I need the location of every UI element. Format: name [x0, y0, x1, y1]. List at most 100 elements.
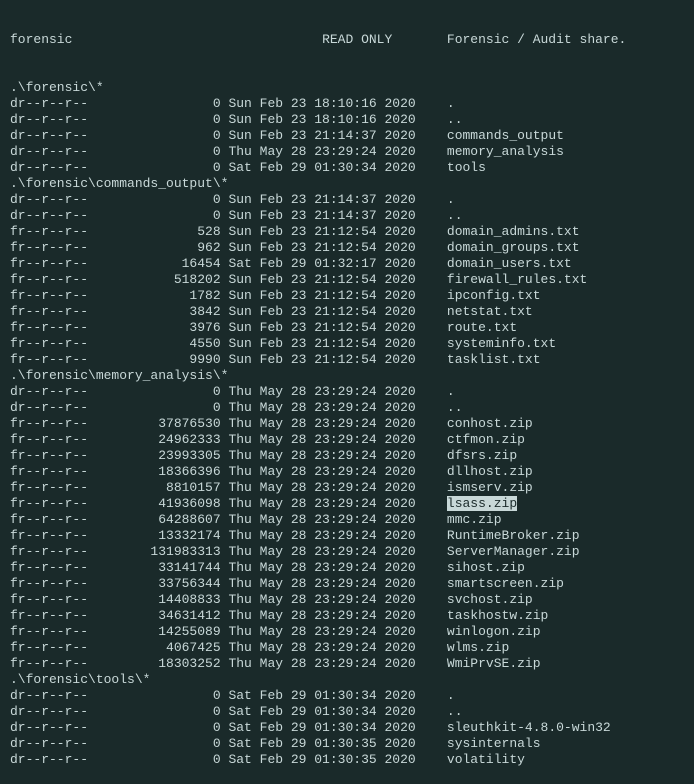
gap — [416, 496, 447, 511]
gap — [416, 224, 447, 239]
gap — [416, 240, 447, 255]
terminal-output: forensic READ ONLY Forensic / Audit shar… — [0, 0, 694, 784]
size: 0 — [88, 192, 221, 207]
listing-row: dr--r--r-- 0 Thu May 28 23:29:24 2020 . — [10, 384, 684, 400]
date: Thu May 28 23:29:24 2020 — [221, 432, 416, 447]
file-name: . — [447, 192, 455, 207]
file-name: ServerManager.zip — [447, 544, 580, 559]
perms: dr--r--r-- — [10, 400, 88, 415]
gap — [416, 608, 447, 623]
date: Thu May 28 23:29:24 2020 — [221, 576, 416, 591]
file-name: sleuthkit-4.8.0-win32 — [447, 720, 611, 735]
date: Sun Feb 23 18:10:16 2020 — [221, 96, 416, 111]
listing-row: dr--r--r-- 0 Thu May 28 23:29:24 2020 me… — [10, 144, 684, 160]
perms: fr--r--r-- — [10, 416, 88, 431]
date: Thu May 28 23:29:24 2020 — [221, 624, 416, 639]
file-name: domain_users.txt — [447, 256, 572, 271]
file-name: .. — [447, 208, 463, 223]
date: Sun Feb 23 21:12:54 2020 — [221, 224, 416, 239]
size: 41936098 — [88, 496, 221, 511]
file-name: .. — [447, 400, 463, 415]
gap — [416, 688, 447, 703]
file-name: wlms.zip — [447, 640, 509, 655]
dir-path: .\forensic\* — [10, 80, 684, 96]
file-name: . — [447, 688, 455, 703]
size: 16454 — [88, 256, 221, 271]
perms: fr--r--r-- — [10, 240, 88, 255]
perms: fr--r--r-- — [10, 304, 88, 319]
perms: dr--r--r-- — [10, 160, 88, 175]
date: Sun Feb 23 21:14:37 2020 — [221, 208, 416, 223]
perms: fr--r--r-- — [10, 528, 88, 543]
gap — [416, 624, 447, 639]
gap — [416, 384, 447, 399]
listing-row: dr--r--r-- 0 Sat Feb 29 01:30:34 2020 . — [10, 688, 684, 704]
date: Sun Feb 23 21:14:37 2020 — [221, 192, 416, 207]
size: 0 — [88, 112, 221, 127]
date: Sat Feb 29 01:30:35 2020 — [221, 752, 416, 767]
perms: fr--r--r-- — [10, 560, 88, 575]
listing-row: dr--r--r-- 0 Sat Feb 29 01:30:34 2020 sl… — [10, 720, 684, 736]
perms: fr--r--r-- — [10, 432, 88, 447]
file-name: .. — [447, 112, 463, 127]
size: 33756344 — [88, 576, 221, 591]
gap — [416, 256, 447, 271]
perms: fr--r--r-- — [10, 256, 88, 271]
date: Thu May 28 23:29:24 2020 — [221, 384, 416, 399]
listing-row: fr--r--r-- 8810157 Thu May 28 23:29:24 2… — [10, 480, 684, 496]
listing-row: fr--r--r-- 13332174 Thu May 28 23:29:24 … — [10, 528, 684, 544]
perms: fr--r--r-- — [10, 480, 88, 495]
listing-row: fr--r--r-- 33756344 Thu May 28 23:29:24 … — [10, 576, 684, 592]
perms: dr--r--r-- — [10, 128, 88, 143]
size: 18366396 — [88, 464, 221, 479]
size: 0 — [88, 720, 221, 735]
listing-sections: .\forensic\*dr--r--r-- 0 Sun Feb 23 18:1… — [10, 80, 684, 768]
file-name: volatility — [447, 752, 525, 767]
date: Thu May 28 23:29:24 2020 — [221, 560, 416, 575]
file-name: sysinternals — [447, 736, 541, 751]
perms: dr--r--r-- — [10, 96, 88, 111]
perms: fr--r--r-- — [10, 544, 88, 559]
gap — [416, 656, 447, 671]
gap — [416, 640, 447, 655]
date: Sun Feb 23 18:10:16 2020 — [221, 112, 416, 127]
file-name: ipconfig.txt — [447, 288, 541, 303]
size: 0 — [88, 144, 221, 159]
listing-row: fr--r--r-- 18366396 Thu May 28 23:29:24 … — [10, 464, 684, 480]
perms: dr--r--r-- — [10, 112, 88, 127]
size: 3842 — [88, 304, 221, 319]
perms: fr--r--r-- — [10, 624, 88, 639]
listing-row: fr--r--r-- 23993305 Thu May 28 23:29:24 … — [10, 448, 684, 464]
size: 18303252 — [88, 656, 221, 671]
listing-row: fr--r--r-- 18303252 Thu May 28 23:29:24 … — [10, 656, 684, 672]
file-name: mmc.zip — [447, 512, 502, 527]
file-name-highlighted: lsass.zip — [447, 496, 517, 511]
gap — [416, 512, 447, 527]
share-description: Forensic / Audit share. — [447, 32, 626, 47]
gap — [416, 128, 447, 143]
listing-row: fr--r--r-- 41936098 Thu May 28 23:29:24 … — [10, 496, 684, 512]
size: 518202 — [88, 272, 221, 287]
size: 0 — [88, 736, 221, 751]
date: Sat Feb 29 01:30:35 2020 — [221, 736, 416, 751]
gap — [416, 112, 447, 127]
size: 0 — [88, 688, 221, 703]
file-name: lsass.zip — [447, 496, 517, 511]
date: Sun Feb 23 21:12:54 2020 — [221, 320, 416, 335]
share-name: forensic — [10, 32, 72, 47]
file-name: ctfmon.zip — [447, 432, 525, 447]
perms: fr--r--r-- — [10, 640, 88, 655]
file-name: . — [447, 96, 455, 111]
date: Sun Feb 23 21:12:54 2020 — [221, 272, 416, 287]
date: Thu May 28 23:29:24 2020 — [221, 528, 416, 543]
perms: fr--r--r-- — [10, 288, 88, 303]
perms: dr--r--r-- — [10, 688, 88, 703]
size: 13332174 — [88, 528, 221, 543]
file-name: domain_groups.txt — [447, 240, 580, 255]
size: 0 — [88, 208, 221, 223]
date: Thu May 28 23:29:24 2020 — [221, 512, 416, 527]
date: Sun Feb 23 21:14:37 2020 — [221, 128, 416, 143]
gap — [416, 704, 447, 719]
file-name: RuntimeBroker.zip — [447, 528, 580, 543]
perms: fr--r--r-- — [10, 320, 88, 335]
